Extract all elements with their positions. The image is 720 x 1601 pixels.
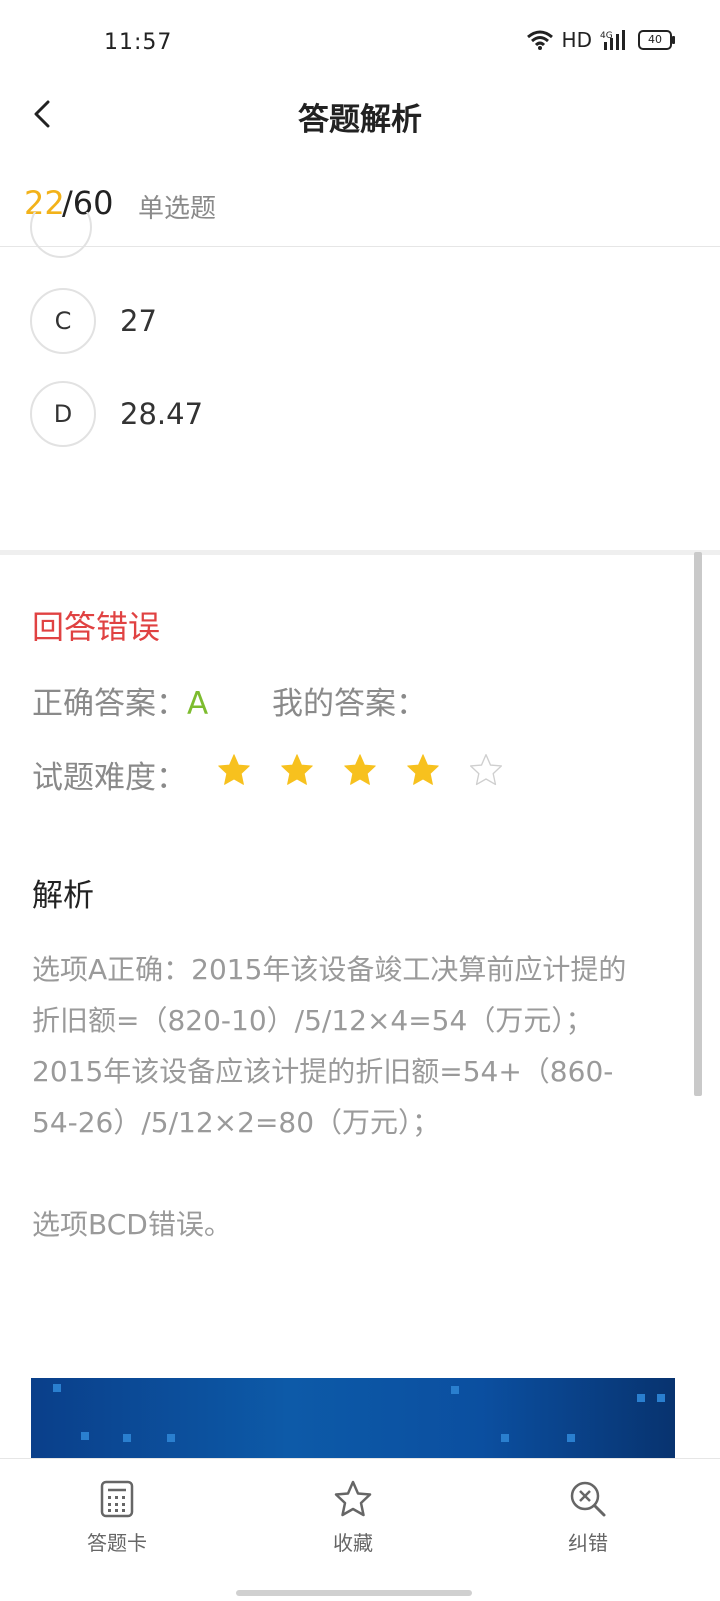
bottom-nav: 答题卡 收藏 纠错 — [0, 1458, 720, 1601]
analysis-title: 解析 — [32, 878, 94, 914]
difficulty-row: 试题难度： — [32, 752, 502, 796]
status-time: 11:57 — [104, 30, 173, 55]
correct-answer-value: A — [187, 686, 209, 722]
question-type: 单选题 — [138, 194, 217, 224]
wifi-icon — [526, 30, 553, 50]
difficulty-label: 试题难度： — [32, 760, 187, 796]
analysis-body: 选项A正确：2015年该设备竣工决算前应计提的折旧额=（820-10）/5/12… — [32, 944, 642, 1250]
analysis-paragraph: 选项A正确：2015年该设备竣工决算前应计提的折旧额=（820-10）/5/12… — [32, 953, 627, 1139]
favorite-button[interactable]: 收藏 — [283, 1479, 423, 1556]
battery-level: 40 — [648, 33, 662, 46]
star-outline-icon — [334, 1480, 372, 1517]
option-text: 27 — [120, 304, 157, 338]
my-answer-label: 我的答案： — [272, 686, 427, 722]
correct-answer-label: 正确答案： — [32, 686, 187, 722]
star-filled-icon — [218, 754, 250, 785]
option-d[interactable]: D 28.47 — [30, 381, 690, 449]
ad-banner[interactable] — [31, 1378, 675, 1462]
bottom-nav-label: 纠错 — [568, 1531, 608, 1555]
error-search-icon — [570, 1481, 606, 1517]
question-progress: 22 /60 单选题 — [0, 160, 720, 247]
answer-row: 正确答案：A 我的答案： — [32, 678, 427, 723]
star-filled-icon — [281, 754, 313, 785]
star-empty-icon — [470, 754, 502, 786]
bottom-nav-label: 答题卡 — [87, 1531, 147, 1555]
star-filled-icon — [344, 754, 376, 785]
status-icons: HD 4G 40 — [526, 28, 675, 52]
option-text: 28.47 — [120, 397, 204, 431]
report-error-button[interactable]: 纠错 — [518, 1479, 658, 1556]
option-b-circle-partial — [30, 212, 94, 260]
network-label: HD — [561, 28, 592, 52]
home-indicator — [236, 1590, 472, 1596]
analysis-paragraph: 选项BCD错误。 — [32, 1208, 232, 1241]
result-status: 回答错误 — [32, 608, 161, 646]
section-divider — [0, 550, 720, 555]
option-letter: C — [30, 288, 96, 354]
option-c[interactable]: C 27 — [30, 288, 690, 356]
page-title: 答题解析 — [298, 102, 422, 138]
bottom-nav-label: 收藏 — [333, 1531, 373, 1555]
header: 答题解析 — [0, 70, 720, 160]
battery-icon: 40 — [638, 30, 675, 50]
answer-card-button[interactable]: 答题卡 — [47, 1479, 187, 1556]
signal-icon: 4G — [600, 30, 625, 50]
scrollbar[interactable] — [694, 552, 702, 1096]
option-letter: D — [30, 381, 96, 447]
answer-card-icon — [100, 1480, 134, 1518]
star-filled-icon — [407, 754, 439, 785]
difficulty-stars — [216, 752, 504, 788]
